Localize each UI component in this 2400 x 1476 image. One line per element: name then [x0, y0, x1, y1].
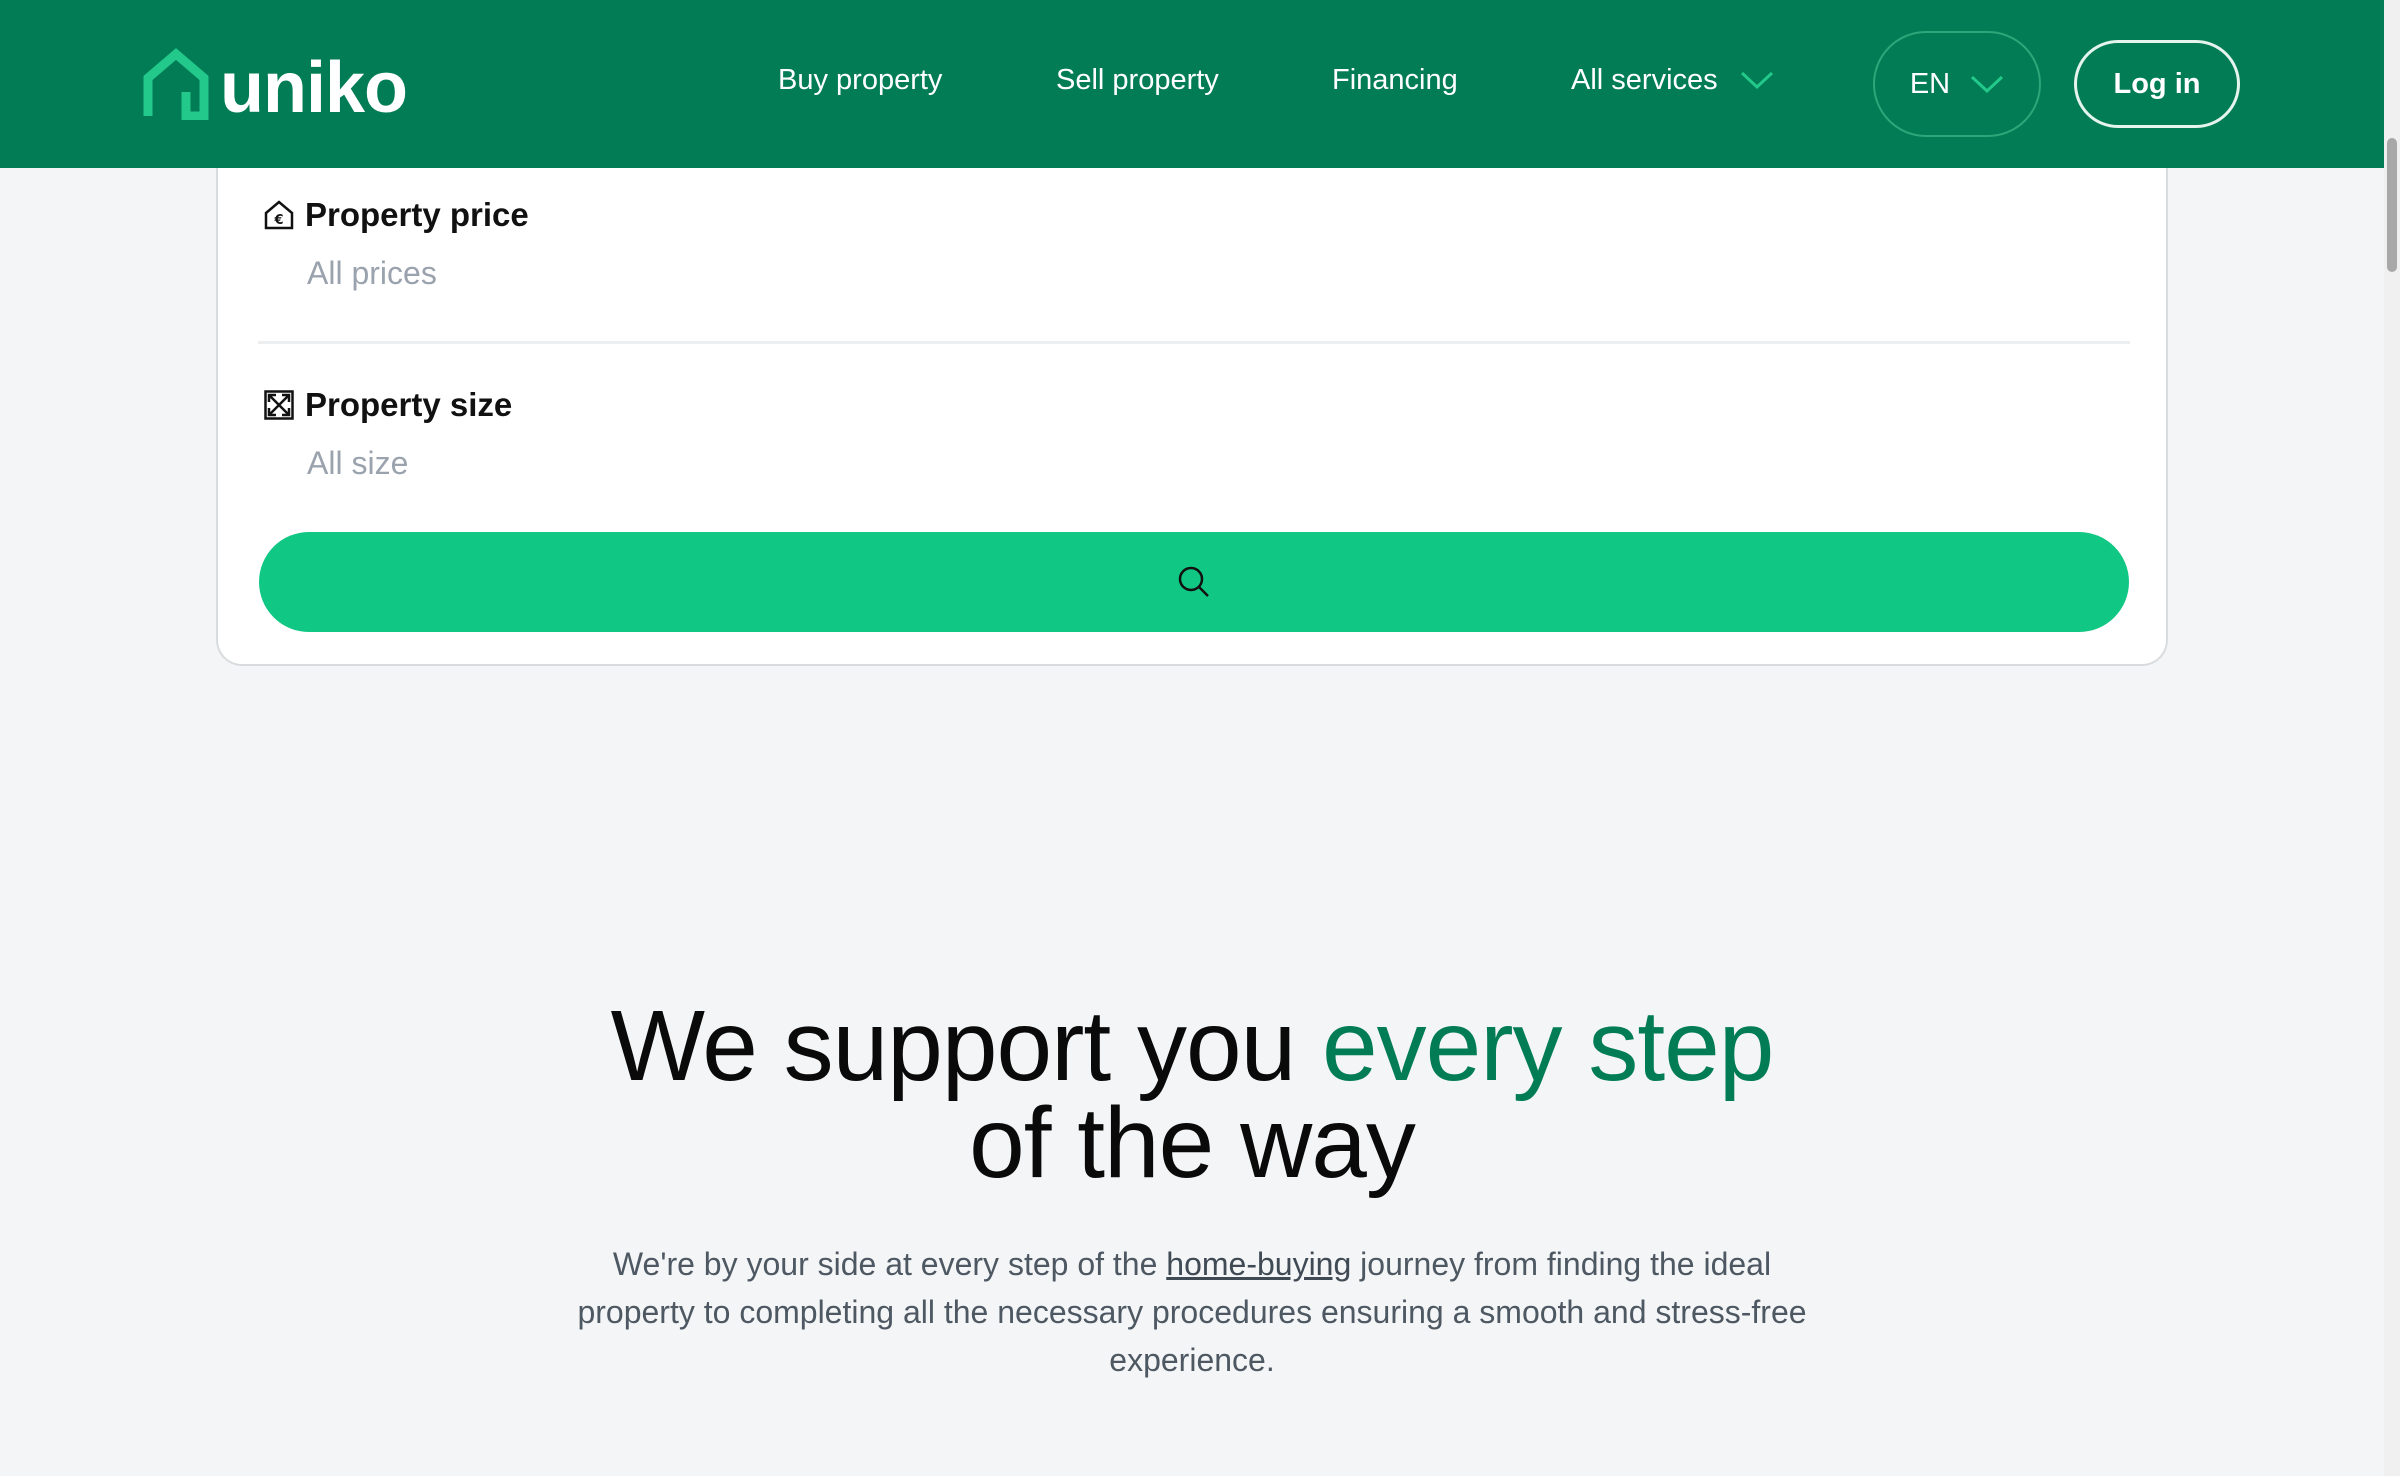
- language-selector[interactable]: EN: [1873, 31, 2041, 137]
- expand-arrows-icon: [264, 390, 294, 420]
- home-buying-link[interactable]: home-buying: [1166, 1246, 1351, 1282]
- property-price-label: Property price: [305, 196, 529, 233]
- nav-all-services[interactable]: All services: [1571, 60, 1774, 100]
- search-card: € Property price All prices Property siz…: [216, 110, 2168, 666]
- property-price-field[interactable]: € Property price: [263, 196, 529, 234]
- logo-text: uniko: [220, 48, 408, 128]
- property-price-value[interactable]: All prices: [307, 255, 437, 292]
- hero-title-part2: of the way: [969, 1087, 1416, 1199]
- hero-description: We're by your side at every step of the …: [570, 1240, 1814, 1384]
- chevron-down-icon: [1971, 75, 2004, 94]
- login-button[interactable]: Log in: [2074, 40, 2240, 128]
- property-size-label: Property size: [305, 386, 513, 423]
- hero-title: We support you every step of the way: [0, 996, 2384, 1193]
- hero-title-part1: We support you: [610, 990, 1322, 1102]
- page: uniko Buy property Sell property Financi…: [0, 0, 2400, 1476]
- language-label: EN: [1909, 67, 1951, 100]
- nav-buy-property[interactable]: Buy property: [778, 60, 942, 100]
- search-icon: [1178, 566, 1209, 597]
- property-size-field[interactable]: Property size: [263, 386, 512, 424]
- site-header: uniko Buy property Sell property Financi…: [0, 0, 2384, 168]
- nav-all-services-label: All services: [1571, 64, 1718, 96]
- hero-desc-before: We're by your side at every step of the: [612, 1246, 1167, 1282]
- nav-sell-property[interactable]: Sell property: [1056, 60, 1219, 100]
- svg-text:€: €: [273, 213, 283, 228]
- house-euro-icon: €: [264, 200, 294, 230]
- nav-financing[interactable]: Financing: [1332, 60, 1458, 100]
- search-button[interactable]: [259, 532, 2129, 632]
- field-divider: [258, 341, 2130, 344]
- chevron-down-icon: [1740, 71, 1773, 90]
- property-size-value[interactable]: All size: [307, 445, 408, 482]
- uniko-logo[interactable]: uniko: [142, 48, 408, 124]
- hero-title-accent: every step: [1322, 990, 1774, 1102]
- house-logo-icon: [143, 48, 209, 120]
- scrollbar-thumb[interactable]: [2387, 138, 2397, 272]
- page-scrollbar[interactable]: [2384, 0, 2400, 1476]
